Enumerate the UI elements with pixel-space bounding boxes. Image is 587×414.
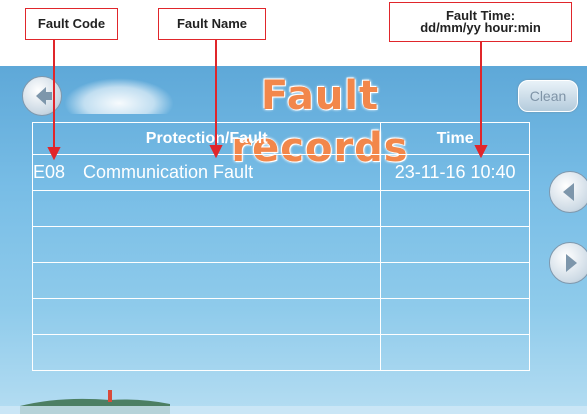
fault-time bbox=[380, 226, 530, 263]
table-row[interactable]: E08 Communication Fault 23-11-16 10:40 bbox=[31, 154, 530, 191]
fault-time bbox=[380, 334, 530, 371]
fault-time bbox=[380, 262, 530, 299]
fault-time-callout-line2: dd/mm/yy hour:min bbox=[420, 20, 541, 35]
table-header-row: Protection/Fault Time bbox=[31, 122, 530, 155]
fault-code-callout-label: Fault Code bbox=[37, 16, 106, 31]
page-title: Fault records bbox=[231, 73, 409, 171]
fault-name: Communication Fault bbox=[83, 162, 254, 182]
table-row[interactable] bbox=[31, 334, 530, 371]
table-row[interactable] bbox=[31, 226, 530, 263]
fault-name-callout: Fault Name bbox=[158, 8, 266, 40]
column-header-protection-fault: Protection/Fault bbox=[31, 122, 382, 155]
fault-cell: E08 Communication Fault bbox=[31, 154, 382, 191]
back-arrow-icon bbox=[36, 87, 52, 105]
previous-page-button[interactable] bbox=[549, 171, 587, 213]
fault-records-screen: Fault records Clean Protection/Fault Tim… bbox=[0, 66, 587, 414]
next-page-button[interactable] bbox=[549, 242, 587, 284]
table-row[interactable] bbox=[31, 190, 530, 227]
back-button[interactable] bbox=[22, 76, 62, 116]
fault-records-table: Protection/Fault Time E08 Communication F… bbox=[31, 122, 530, 371]
fault-cell bbox=[31, 190, 382, 227]
fault-code-callout: Fault Code bbox=[25, 8, 118, 40]
island-decoration bbox=[0, 390, 587, 414]
fault-cell bbox=[31, 262, 382, 299]
fault-cell bbox=[31, 226, 382, 263]
clean-button[interactable]: Clean bbox=[518, 80, 578, 112]
chevron-right-icon bbox=[566, 254, 577, 272]
table-row[interactable] bbox=[31, 262, 530, 299]
cloud-decoration bbox=[64, 78, 174, 114]
fault-code: E08 bbox=[33, 162, 66, 182]
fault-time bbox=[380, 298, 530, 335]
fault-time-callout: Fault Time: dd/mm/yy hour:min bbox=[389, 2, 572, 42]
chevron-left-icon bbox=[563, 183, 574, 201]
fault-cell bbox=[31, 298, 382, 335]
column-header-time: Time bbox=[380, 122, 530, 155]
table-row[interactable] bbox=[31, 298, 530, 335]
fault-time: 23-11-16 10:40 bbox=[380, 154, 530, 191]
fault-name-callout-label: Fault Name bbox=[176, 16, 248, 31]
fault-time bbox=[380, 190, 530, 227]
fault-cell bbox=[31, 334, 382, 371]
